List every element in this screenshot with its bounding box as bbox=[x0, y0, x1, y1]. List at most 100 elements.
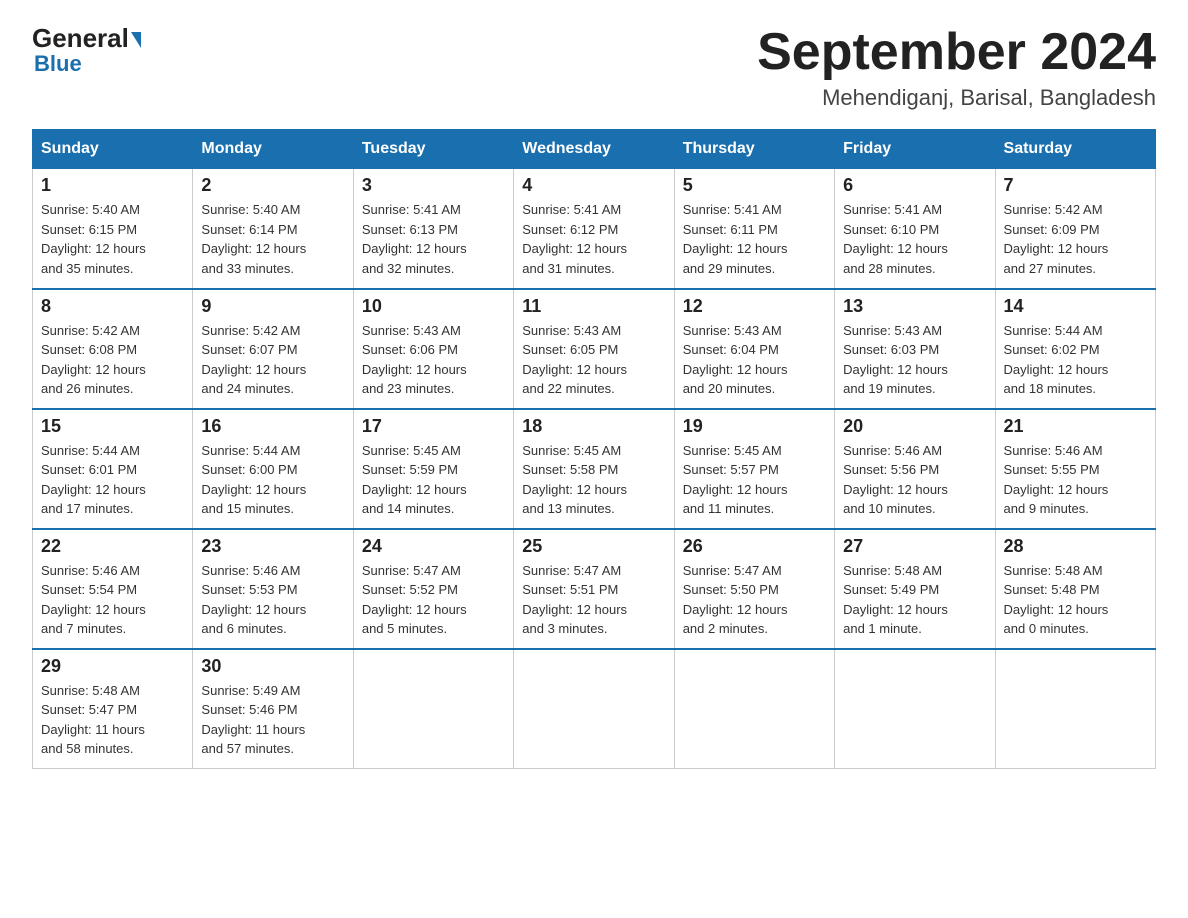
day-number: 29 bbox=[41, 656, 184, 677]
logo-blue: Blue bbox=[34, 51, 82, 77]
day-info: Sunrise: 5:44 AMSunset: 6:00 PMDaylight:… bbox=[201, 441, 344, 519]
day-info: Sunrise: 5:46 AMSunset: 5:54 PMDaylight:… bbox=[41, 561, 184, 639]
table-row: 20 Sunrise: 5:46 AMSunset: 5:56 PMDaylig… bbox=[835, 409, 995, 529]
day-info: Sunrise: 5:43 AMSunset: 6:05 PMDaylight:… bbox=[522, 321, 665, 399]
table-row: 15 Sunrise: 5:44 AMSunset: 6:01 PMDaylig… bbox=[33, 409, 193, 529]
day-number: 10 bbox=[362, 296, 505, 317]
logo-general: General bbox=[32, 24, 141, 53]
calendar-week-1: 1 Sunrise: 5:40 AMSunset: 6:15 PMDayligh… bbox=[33, 169, 1156, 289]
day-number: 11 bbox=[522, 296, 665, 317]
calendar-week-2: 8 Sunrise: 5:42 AMSunset: 6:08 PMDayligh… bbox=[33, 289, 1156, 409]
day-number: 9 bbox=[201, 296, 344, 317]
header-area: General Blue September 2024 Mehendiganj,… bbox=[32, 24, 1156, 111]
table-row: 5 Sunrise: 5:41 AMSunset: 6:11 PMDayligh… bbox=[674, 169, 834, 289]
table-row: 10 Sunrise: 5:43 AMSunset: 6:06 PMDaylig… bbox=[353, 289, 513, 409]
logo: General Blue bbox=[32, 24, 141, 77]
table-row: 23 Sunrise: 5:46 AMSunset: 5:53 PMDaylig… bbox=[193, 529, 353, 649]
day-number: 5 bbox=[683, 175, 826, 196]
col-friday: Friday bbox=[835, 130, 995, 169]
day-number: 2 bbox=[201, 175, 344, 196]
table-row: 11 Sunrise: 5:43 AMSunset: 6:05 PMDaylig… bbox=[514, 289, 674, 409]
day-number: 4 bbox=[522, 175, 665, 196]
col-thursday: Thursday bbox=[674, 130, 834, 169]
day-number: 24 bbox=[362, 536, 505, 557]
day-number: 3 bbox=[362, 175, 505, 196]
table-row: 9 Sunrise: 5:42 AMSunset: 6:07 PMDayligh… bbox=[193, 289, 353, 409]
logo-blue-text: Blue bbox=[34, 51, 82, 76]
day-number: 18 bbox=[522, 416, 665, 437]
table-row: 13 Sunrise: 5:43 AMSunset: 6:03 PMDaylig… bbox=[835, 289, 995, 409]
day-number: 26 bbox=[683, 536, 826, 557]
day-info: Sunrise: 5:48 AMSunset: 5:49 PMDaylight:… bbox=[843, 561, 986, 639]
day-number: 8 bbox=[41, 296, 184, 317]
table-row bbox=[995, 649, 1155, 769]
day-info: Sunrise: 5:43 AMSunset: 6:04 PMDaylight:… bbox=[683, 321, 826, 399]
day-number: 6 bbox=[843, 175, 986, 196]
col-sunday: Sunday bbox=[33, 130, 193, 169]
day-number: 19 bbox=[683, 416, 826, 437]
table-row: 1 Sunrise: 5:40 AMSunset: 6:15 PMDayligh… bbox=[33, 169, 193, 289]
table-row bbox=[674, 649, 834, 769]
day-info: Sunrise: 5:41 AMSunset: 6:10 PMDaylight:… bbox=[843, 200, 986, 278]
header-row: Sunday Monday Tuesday Wednesday Thursday… bbox=[33, 130, 1156, 169]
day-number: 15 bbox=[41, 416, 184, 437]
table-row: 12 Sunrise: 5:43 AMSunset: 6:04 PMDaylig… bbox=[674, 289, 834, 409]
day-info: Sunrise: 5:45 AMSunset: 5:58 PMDaylight:… bbox=[522, 441, 665, 519]
table-row: 24 Sunrise: 5:47 AMSunset: 5:52 PMDaylig… bbox=[353, 529, 513, 649]
day-info: Sunrise: 5:46 AMSunset: 5:56 PMDaylight:… bbox=[843, 441, 986, 519]
day-number: 25 bbox=[522, 536, 665, 557]
day-info: Sunrise: 5:41 AMSunset: 6:13 PMDaylight:… bbox=[362, 200, 505, 278]
table-row: 7 Sunrise: 5:42 AMSunset: 6:09 PMDayligh… bbox=[995, 169, 1155, 289]
day-info: Sunrise: 5:43 AMSunset: 6:06 PMDaylight:… bbox=[362, 321, 505, 399]
col-tuesday: Tuesday bbox=[353, 130, 513, 169]
col-saturday: Saturday bbox=[995, 130, 1155, 169]
col-monday: Monday bbox=[193, 130, 353, 169]
day-number: 1 bbox=[41, 175, 184, 196]
day-number: 21 bbox=[1004, 416, 1147, 437]
table-row: 30 Sunrise: 5:49 AMSunset: 5:46 PMDaylig… bbox=[193, 649, 353, 769]
day-info: Sunrise: 5:46 AMSunset: 5:53 PMDaylight:… bbox=[201, 561, 344, 639]
day-number: 14 bbox=[1004, 296, 1147, 317]
logo-general-text: General bbox=[32, 23, 129, 53]
day-number: 7 bbox=[1004, 175, 1147, 196]
day-info: Sunrise: 5:48 AMSunset: 5:48 PMDaylight:… bbox=[1004, 561, 1147, 639]
day-number: 17 bbox=[362, 416, 505, 437]
calendar-week-4: 22 Sunrise: 5:46 AMSunset: 5:54 PMDaylig… bbox=[33, 529, 1156, 649]
table-row: 21 Sunrise: 5:46 AMSunset: 5:55 PMDaylig… bbox=[995, 409, 1155, 529]
table-row: 19 Sunrise: 5:45 AMSunset: 5:57 PMDaylig… bbox=[674, 409, 834, 529]
day-info: Sunrise: 5:43 AMSunset: 6:03 PMDaylight:… bbox=[843, 321, 986, 399]
day-number: 13 bbox=[843, 296, 986, 317]
day-number: 22 bbox=[41, 536, 184, 557]
table-row: 3 Sunrise: 5:41 AMSunset: 6:13 PMDayligh… bbox=[353, 169, 513, 289]
table-row: 28 Sunrise: 5:48 AMSunset: 5:48 PMDaylig… bbox=[995, 529, 1155, 649]
col-wednesday: Wednesday bbox=[514, 130, 674, 169]
day-info: Sunrise: 5:47 AMSunset: 5:50 PMDaylight:… bbox=[683, 561, 826, 639]
day-info: Sunrise: 5:42 AMSunset: 6:08 PMDaylight:… bbox=[41, 321, 184, 399]
table-row: 27 Sunrise: 5:48 AMSunset: 5:49 PMDaylig… bbox=[835, 529, 995, 649]
day-info: Sunrise: 5:47 AMSunset: 5:52 PMDaylight:… bbox=[362, 561, 505, 639]
day-number: 16 bbox=[201, 416, 344, 437]
calendar-table: Sunday Monday Tuesday Wednesday Thursday… bbox=[32, 129, 1156, 769]
day-info: Sunrise: 5:41 AMSunset: 6:11 PMDaylight:… bbox=[683, 200, 826, 278]
table-row: 22 Sunrise: 5:46 AMSunset: 5:54 PMDaylig… bbox=[33, 529, 193, 649]
day-number: 27 bbox=[843, 536, 986, 557]
table-row: 4 Sunrise: 5:41 AMSunset: 6:12 PMDayligh… bbox=[514, 169, 674, 289]
calendar-week-3: 15 Sunrise: 5:44 AMSunset: 6:01 PMDaylig… bbox=[33, 409, 1156, 529]
table-row: 25 Sunrise: 5:47 AMSunset: 5:51 PMDaylig… bbox=[514, 529, 674, 649]
day-info: Sunrise: 5:45 AMSunset: 5:57 PMDaylight:… bbox=[683, 441, 826, 519]
day-number: 12 bbox=[683, 296, 826, 317]
title-area: September 2024 Mehendiganj, Barisal, Ban… bbox=[757, 24, 1156, 111]
calendar-title: September 2024 bbox=[757, 24, 1156, 81]
calendar-subtitle: Mehendiganj, Barisal, Bangladesh bbox=[757, 85, 1156, 111]
table-row bbox=[835, 649, 995, 769]
day-info: Sunrise: 5:40 AMSunset: 6:15 PMDaylight:… bbox=[41, 200, 184, 278]
day-number: 30 bbox=[201, 656, 344, 677]
day-info: Sunrise: 5:49 AMSunset: 5:46 PMDaylight:… bbox=[201, 681, 344, 759]
table-row: 8 Sunrise: 5:42 AMSunset: 6:08 PMDayligh… bbox=[33, 289, 193, 409]
table-row: 2 Sunrise: 5:40 AMSunset: 6:14 PMDayligh… bbox=[193, 169, 353, 289]
day-info: Sunrise: 5:46 AMSunset: 5:55 PMDaylight:… bbox=[1004, 441, 1147, 519]
day-info: Sunrise: 5:47 AMSunset: 5:51 PMDaylight:… bbox=[522, 561, 665, 639]
table-row: 17 Sunrise: 5:45 AMSunset: 5:59 PMDaylig… bbox=[353, 409, 513, 529]
table-row: 16 Sunrise: 5:44 AMSunset: 6:00 PMDaylig… bbox=[193, 409, 353, 529]
day-number: 23 bbox=[201, 536, 344, 557]
